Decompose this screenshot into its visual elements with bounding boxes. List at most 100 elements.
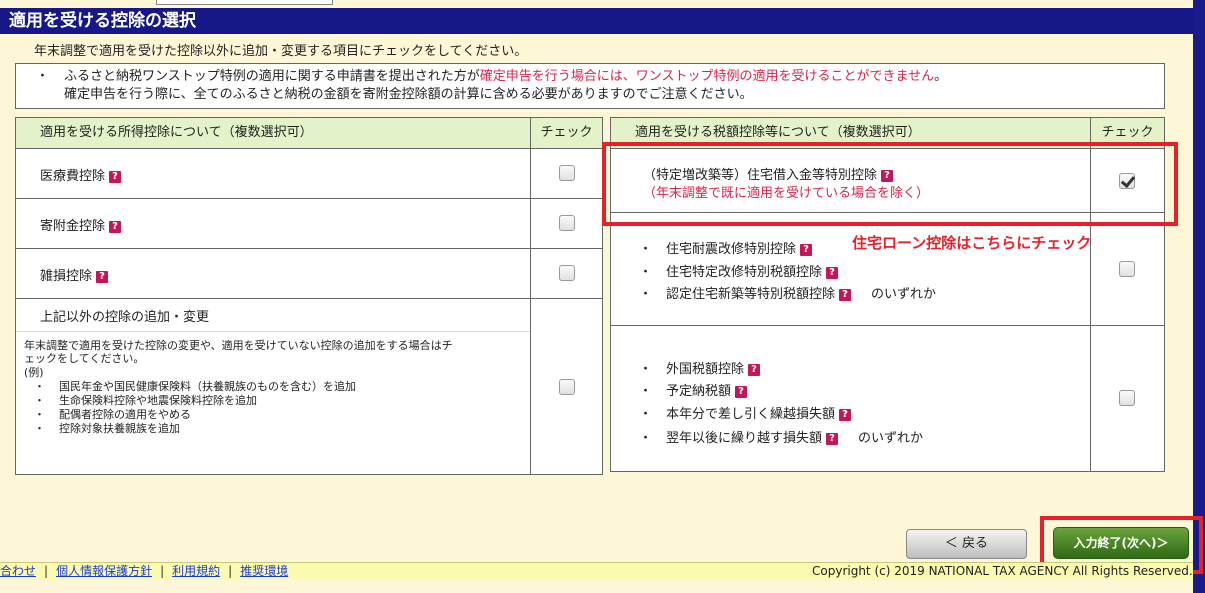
back-button[interactable]: ＜ 戻る bbox=[906, 529, 1027, 559]
renovation-check-cell bbox=[1090, 212, 1164, 325]
other-label: 上記以外の控除の追加・変更 bbox=[40, 310, 210, 325]
help-icon[interactable]: ? bbox=[839, 288, 852, 301]
help-icon[interactable]: ? bbox=[96, 270, 109, 283]
notice-line-2: 確定申告を行う際に、全てのふるさと納税の金額を寄附金控除額の計算に含める必要があ… bbox=[64, 87, 753, 102]
notice-box: ・ ふるさと納税ワンストップ特例の適用に関する申請書を提出された方が確定申告を行… bbox=[15, 63, 1165, 109]
bullet: ・ bbox=[639, 242, 653, 257]
row-casualty: 雑損控除? bbox=[16, 248, 530, 298]
medical-label-text: 医療費控除 bbox=[40, 169, 106, 184]
other-divider bbox=[16, 331, 530, 332]
notice-bullet: ・ bbox=[36, 69, 50, 84]
help-icon[interactable]: ? bbox=[839, 408, 852, 421]
renovation-checkbox[interactable] bbox=[1119, 261, 1135, 277]
example-bullet: ・ bbox=[34, 408, 45, 421]
notice-line-1-warning: 確定申告を行う場合には、ワンストップ特例の適用を受けることができません bbox=[479, 69, 935, 84]
renovation-text: 住宅耐震改修特別控除 bbox=[666, 242, 797, 257]
bullet: ・ bbox=[639, 265, 653, 280]
footer-separator: | bbox=[160, 564, 165, 578]
copyright: Copyright (c) 2019 NATIONAL TAX AGENCY A… bbox=[812, 564, 1193, 578]
footer-link-terms[interactable]: 利用規約 bbox=[172, 564, 220, 578]
example-item: ・ 配偶者控除の適用をやめる bbox=[34, 408, 191, 421]
footer-separator: | bbox=[228, 564, 233, 578]
footer-link-privacy[interactable]: 個人情報保護方針 bbox=[56, 564, 152, 578]
foreign-item-4: ・翌年以後に繰り越す損失額? のいずれか bbox=[639, 427, 923, 446]
foreign-item-2: ・予定納税額? bbox=[639, 380, 748, 399]
casualty-label: 雑損控除? bbox=[40, 265, 109, 284]
foreign-text: 翌年以後に繰り越す損失額 bbox=[666, 431, 823, 446]
example-text: 国民年金や国民健康保険料（扶養親族のものを含む）を追加 bbox=[59, 380, 356, 393]
window-edge bbox=[1193, 0, 1205, 593]
foreign-text: 予定納税額 bbox=[666, 384, 732, 399]
example-bullet: ・ bbox=[34, 394, 45, 407]
bullet: ・ bbox=[639, 431, 653, 446]
example-item: ・ 控除対象扶養親族を追加 bbox=[34, 422, 180, 435]
bullet: ・ bbox=[639, 362, 653, 377]
income-check-header: チェック bbox=[530, 118, 602, 148]
foreign-item-1: ・外国税額控除? bbox=[639, 358, 761, 377]
row-foreign-tax: ・外国税額控除? ・予定納税額? ・本年分で差し引く繰越損失額? ・翌年以後に繰… bbox=[611, 325, 1090, 471]
renovation-text: 住宅特定改修特別税額控除 bbox=[666, 265, 823, 280]
other-desc-2: ェックをしてください。 bbox=[24, 352, 145, 365]
casualty-check-cell bbox=[530, 248, 602, 298]
bullet: ・ bbox=[639, 407, 653, 422]
renovation-item-2: ・住宅特定改修特別税額控除? bbox=[639, 261, 839, 280]
other-example-label: (例) bbox=[24, 366, 44, 379]
row-other: 上記以外の控除の追加・変更 年末調整で適用を受けた控除の変更や、適用を受けていな… bbox=[16, 298, 530, 474]
foreign-check-cell bbox=[1090, 325, 1164, 471]
donation-checkbox[interactable] bbox=[559, 215, 575, 231]
foreign-checkbox[interactable] bbox=[1119, 390, 1135, 406]
footer-link-environment[interactable]: 推奨環境 bbox=[240, 564, 288, 578]
other-checkbox[interactable] bbox=[559, 379, 575, 395]
foreign-suffix: のいずれか bbox=[858, 431, 924, 446]
row-donation: 寄附金控除? bbox=[16, 198, 530, 248]
help-icon[interactable]: ? bbox=[826, 266, 839, 279]
housing-loan-annotation: 住宅ローン控除はこちらにチェック bbox=[852, 234, 1092, 252]
footer-link-contact[interactable]: 合わせ bbox=[0, 564, 36, 578]
casualty-label-text: 雑損控除 bbox=[40, 269, 93, 284]
example-text: 配偶者控除の適用をやめる bbox=[59, 408, 191, 421]
example-text: 生命保険料控除や地震保険料控除を追加 bbox=[59, 394, 257, 407]
renovation-suffix: のいずれか bbox=[871, 287, 937, 302]
help-icon[interactable]: ? bbox=[109, 220, 122, 233]
renovation-item-1: ・住宅耐震改修特別控除? bbox=[639, 238, 813, 257]
renovation-item-3: ・認定住宅新築等特別税額控除? のいずれか bbox=[639, 283, 936, 302]
donation-check-cell bbox=[530, 198, 602, 248]
bullet: ・ bbox=[639, 287, 653, 302]
renovation-text: 認定住宅新築等特別税額控除 bbox=[666, 287, 836, 302]
row-housing-renovation: ・住宅耐震改修特別控除? ・住宅特定改修特別税額控除? ・認定住宅新築等特別税額… bbox=[611, 212, 1090, 325]
notice-line-1-end: 。 bbox=[934, 69, 948, 84]
footer-separator: | bbox=[44, 564, 49, 578]
income-deduction-table: 適用を受ける所得控除について（複数選択可） チェック 医療費控除? 寄附金控除?… bbox=[15, 117, 603, 475]
help-icon[interactable]: ? bbox=[826, 432, 839, 445]
footer: 合わせ | 個人情報保護方針 | 利用規約 | 推奨環境 Copyright (c) 201… bbox=[0, 562, 1193, 580]
help-icon[interactable]: ? bbox=[800, 243, 813, 256]
other-check-cell bbox=[530, 298, 602, 474]
housing-loan-highlight bbox=[602, 142, 1178, 226]
help-icon[interactable]: ? bbox=[748, 363, 761, 376]
medical-label: 医療費控除? bbox=[40, 165, 122, 184]
example-item: ・ 国民年金や国民健康保険料（扶養親族のものを含む）を追加 bbox=[34, 380, 356, 393]
foreign-text: 本年分で差し引く繰越損失額 bbox=[666, 407, 836, 422]
other-desc-1: 年末調整で適用を受けた控除の変更や、適用を受けていない控除の追加をする場合はチ bbox=[24, 339, 453, 352]
help-icon[interactable]: ? bbox=[109, 170, 122, 183]
medical-check-cell bbox=[530, 148, 602, 198]
income-deduction-header: 適用を受ける所得控除について（複数選択可） bbox=[16, 118, 530, 148]
top-scroll-box bbox=[156, 0, 333, 5]
example-bullet: ・ bbox=[34, 380, 45, 393]
medical-checkbox[interactable] bbox=[559, 165, 575, 181]
foreign-text: 外国税額控除 bbox=[666, 362, 745, 377]
instruction-text: 年末調整で適用を受けた控除以外に追加・変更する項目にチェックをしてください。 bbox=[34, 44, 528, 59]
notice-line-1: ふるさと納税ワンストップ特例の適用に関する申請書を提出された方が確定申告を行う場… bbox=[64, 68, 947, 86]
row-medical: 医療費控除? bbox=[16, 148, 530, 198]
page-title: 適用を受ける控除の選択 bbox=[0, 8, 1193, 34]
bullet: ・ bbox=[639, 384, 653, 399]
notice-line-1-a: ふるさと納税ワンストップ特例の適用に関する申請書を提出された方が bbox=[64, 69, 480, 84]
example-bullet: ・ bbox=[34, 422, 45, 435]
example-item: ・ 生命保険料控除や地震保険料控除を追加 bbox=[34, 394, 257, 407]
casualty-checkbox[interactable] bbox=[559, 265, 575, 281]
donation-label: 寄附金控除? bbox=[40, 215, 122, 234]
example-text: 控除対象扶養親族を追加 bbox=[59, 422, 180, 435]
donation-label-text: 寄附金控除 bbox=[40, 219, 106, 234]
finish-next-button[interactable]: 入力終了(次へ)＞ bbox=[1053, 527, 1189, 559]
help-icon[interactable]: ? bbox=[735, 385, 748, 398]
